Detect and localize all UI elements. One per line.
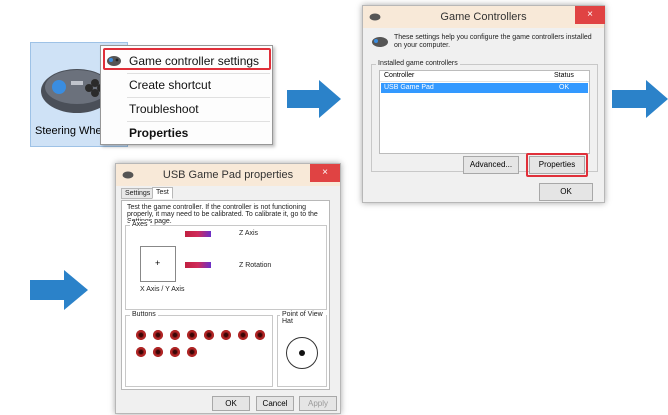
window-title: Game Controllers xyxy=(440,11,527,23)
button-indicator-dot xyxy=(170,330,180,340)
button-indicator-dot xyxy=(136,347,146,357)
highlight-box xyxy=(103,48,271,70)
usb-game-pad-properties-window: USB Game Pad properties × Settings Test … xyxy=(115,163,341,414)
column-header-status[interactable]: Status xyxy=(554,71,574,81)
group-label: Point of View Hat xyxy=(280,311,326,325)
xy-axis-box: + xyxy=(140,246,176,282)
right-arrow-icon xyxy=(287,80,341,118)
button-indicator-dot xyxy=(238,330,248,340)
close-button[interactable]: × xyxy=(310,164,340,182)
button-indicator-dot xyxy=(153,347,163,357)
buttons-group: Buttons xyxy=(125,311,273,387)
controller-list[interactable]: Controller Status USB Game Pad OK xyxy=(379,70,590,154)
menu-item-label: Create shortcut xyxy=(129,78,212,92)
menu-item-label: Properties xyxy=(129,126,189,140)
group-label: Buttons xyxy=(130,311,158,318)
pov-hat-dial xyxy=(286,337,318,369)
gamepad-icon xyxy=(369,13,381,21)
right-arrow-icon xyxy=(612,80,668,118)
game-controllers-window: Game Controllers × These settings help y… xyxy=(362,5,605,203)
intro-text: These settings help you configure the ga… xyxy=(394,34,592,49)
menu-item-create-shortcut[interactable]: Create shortcut xyxy=(101,73,272,97)
highlight-box xyxy=(526,153,588,177)
ok-button[interactable]: OK xyxy=(539,183,593,201)
xy-axis-label: X Axis / Y Axis xyxy=(140,286,185,293)
column-header-controller[interactable]: Controller xyxy=(384,71,414,81)
menu-item-properties[interactable]: Properties xyxy=(101,121,272,145)
apply-button[interactable]: Apply xyxy=(299,396,337,411)
menu-item-troubleshoot[interactable]: Troubleshoot xyxy=(101,97,272,121)
button-indicator-dot xyxy=(255,330,265,340)
button-indicator-dot xyxy=(221,330,231,340)
window-title-bar: USB Game Pad properties xyxy=(116,164,340,186)
close-button[interactable]: × xyxy=(575,6,605,24)
tab-body: Test the game controller. If the control… xyxy=(121,200,330,390)
gamepad-icon xyxy=(122,171,134,179)
button-indicator-dot xyxy=(204,330,214,340)
cancel-button[interactable]: Cancel xyxy=(256,396,294,411)
z-rotation-bar xyxy=(185,262,211,268)
advanced-button[interactable]: Advanced... xyxy=(463,156,519,174)
button-indicator-dot xyxy=(136,330,146,340)
group-label: Axes xyxy=(130,221,150,228)
button-indicator-dot xyxy=(170,347,180,357)
gamepad-icon xyxy=(372,37,388,47)
button-indicator-dot xyxy=(153,330,163,340)
z-axis-label: Z Axis xyxy=(239,230,259,237)
list-header: Controller Status xyxy=(380,71,589,82)
window-title: USB Game Pad properties xyxy=(162,169,294,181)
pov-hat-center-dot xyxy=(299,350,305,356)
group-label: Installed game controllers xyxy=(376,60,460,67)
controller-status: OK xyxy=(559,84,570,91)
ok-button[interactable]: OK xyxy=(212,396,250,411)
button-indicator-dot xyxy=(187,347,197,357)
z-axis-bar xyxy=(185,231,211,237)
tab-test[interactable]: Test xyxy=(152,187,173,199)
crosshair: + xyxy=(155,258,161,268)
tab-settings[interactable]: Settings xyxy=(121,188,155,199)
z-rotation-label: Z Rotation xyxy=(239,262,272,269)
list-item[interactable]: USB Game Pad OK xyxy=(381,83,588,93)
window-title-bar: Game Controllers xyxy=(363,6,604,28)
button-indicator-dot xyxy=(187,330,197,340)
instruction-text: Test the game controller. If the control… xyxy=(127,204,318,225)
controller-name: USB Game Pad xyxy=(384,84,434,91)
menu-item-label: Troubleshoot xyxy=(129,102,199,116)
right-arrow-icon xyxy=(30,270,88,310)
